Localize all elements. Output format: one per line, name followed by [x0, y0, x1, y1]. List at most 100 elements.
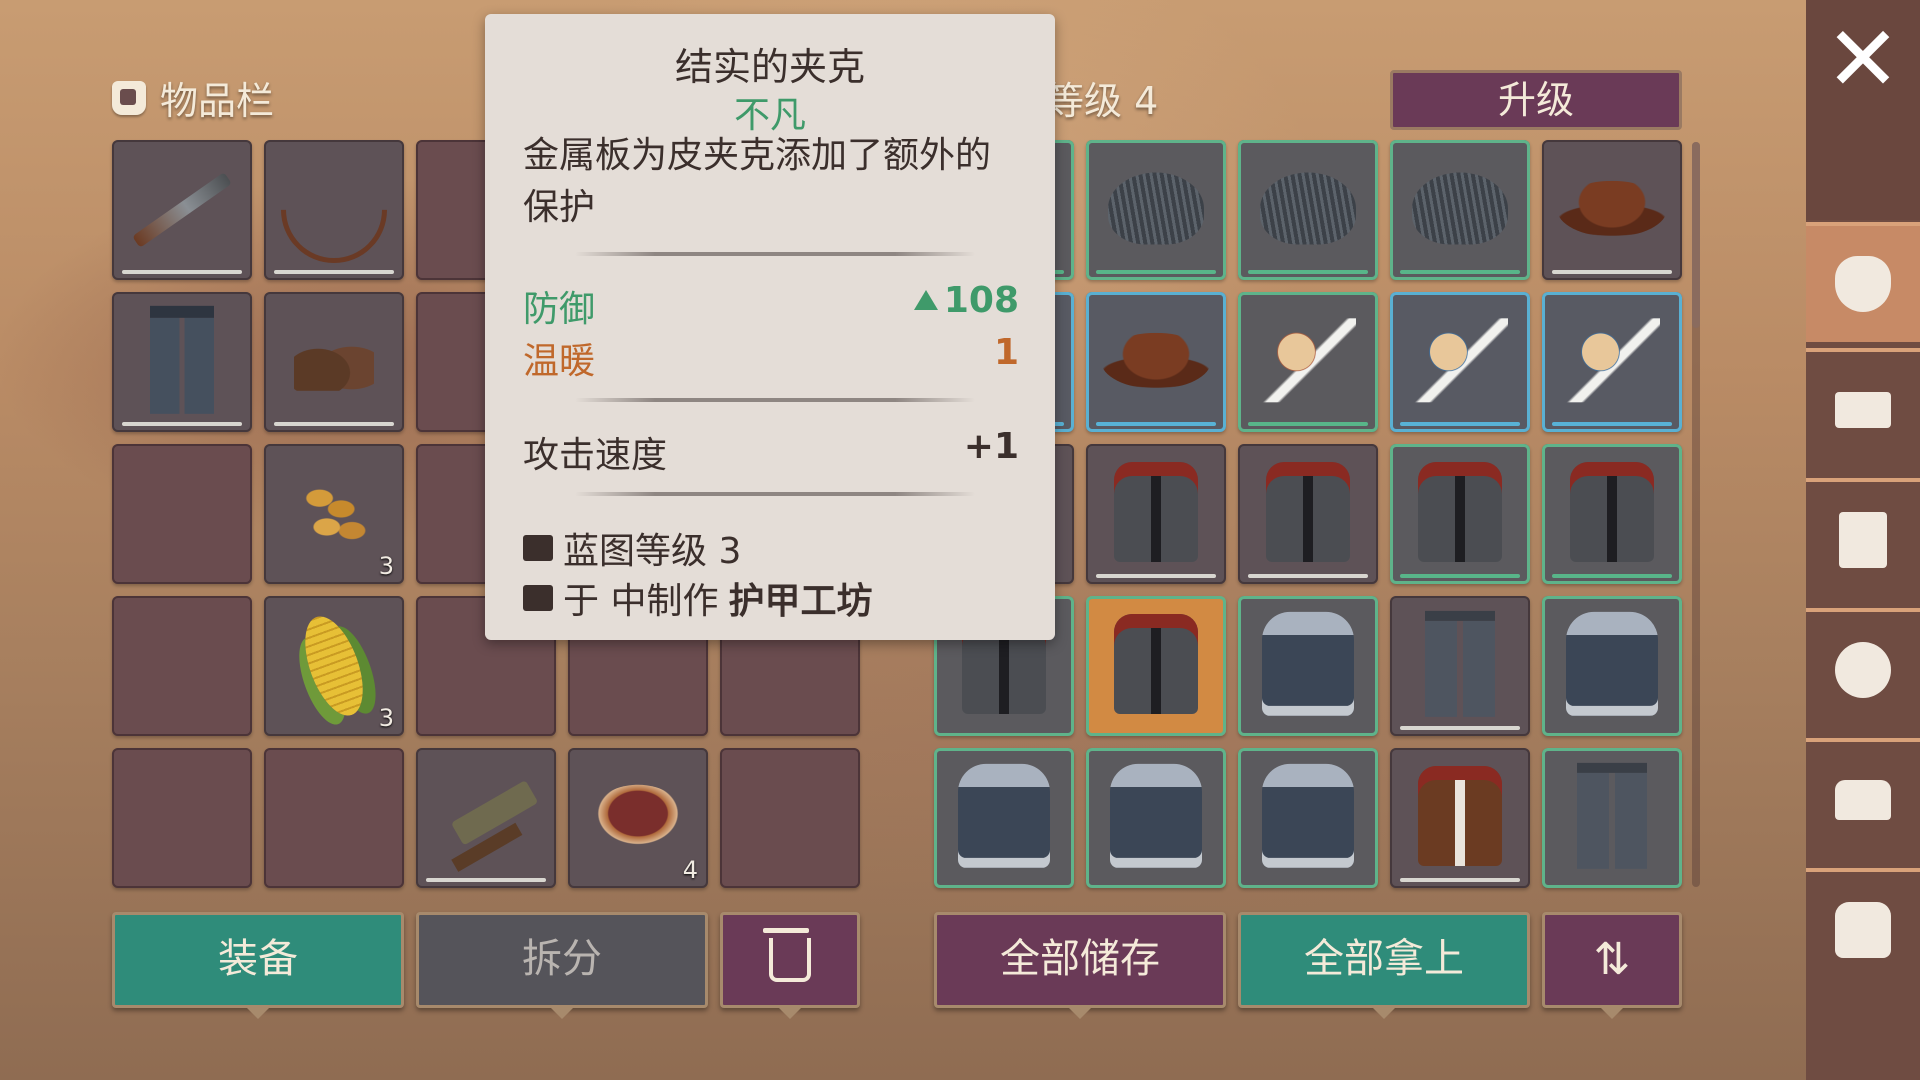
scroll-thumb[interactable]: [1692, 142, 1700, 328]
jacket-icon: [1114, 462, 1198, 562]
durability-bar: [1400, 726, 1520, 730]
divider: [575, 398, 975, 402]
durability-bar: [274, 422, 394, 426]
durability-bar: [426, 878, 546, 882]
store-all-button[interactable]: 全部储存: [934, 912, 1226, 1008]
stat-value-wrap: 108: [913, 280, 1019, 332]
storage-slot[interactable]: [1238, 140, 1378, 280]
storage-slot[interactable]: [1086, 748, 1226, 888]
take-all-button[interactable]: 全部拿上: [1238, 912, 1530, 1008]
trash-icon: [763, 928, 811, 982]
item-quantity: 3: [378, 552, 394, 580]
stat-warmth: 温暖 1: [523, 332, 1019, 384]
storage-level: 等级 4: [1046, 79, 1159, 123]
inventory-slot[interactable]: 4: [568, 748, 708, 888]
up-arrow-icon: [913, 290, 938, 310]
boots-icon: [294, 330, 374, 391]
storage-slot[interactable]: [1086, 292, 1226, 432]
inventory-slot[interactable]: [264, 292, 404, 432]
craft-line: 于 中制作 护甲工坊: [523, 572, 872, 624]
trash-button[interactable]: [720, 912, 860, 1008]
tab-workbench[interactable]: [1806, 348, 1920, 468]
storage-slot[interactable]: [1238, 292, 1378, 432]
storage-slot[interactable]: [1542, 596, 1682, 736]
storage-slot[interactable]: [1542, 292, 1682, 432]
durability-bar: [1552, 422, 1672, 426]
fur-coat-icon: [1262, 763, 1354, 868]
storage-slot[interactable]: [1086, 444, 1226, 584]
stat-value: +1: [963, 426, 1019, 467]
durability-bar: [1096, 574, 1216, 578]
item-tooltip: 结实的夹克 不凡 金属板为皮夹克添加了额外的保护 防御 108 温暖 1 攻击速…: [485, 14, 1055, 640]
durability-bar: [1248, 574, 1368, 578]
inventory-slot[interactable]: [259, 135, 409, 285]
divider: [575, 492, 975, 496]
storage-slot[interactable]: [934, 748, 1074, 888]
storage-slot[interactable]: [1238, 596, 1378, 736]
inventory-title-text: 物品栏: [160, 79, 275, 123]
storage-slot-selected[interactable]: [1086, 596, 1226, 736]
sort-button[interactable]: ⇅: [1542, 912, 1682, 1008]
tab-money[interactable]: [1806, 608, 1920, 728]
fur-coat-icon: [1110, 763, 1202, 868]
storage-slot[interactable]: [1086, 140, 1226, 280]
storage-slot[interactable]: [1390, 596, 1530, 736]
split-button[interactable]: 拆分: [416, 912, 708, 1008]
storage-slot[interactable]: [1542, 444, 1682, 584]
item-quantity: 4: [682, 856, 698, 884]
cowboy-hat-icon: [1557, 180, 1667, 237]
storage-slot[interactable]: [1238, 444, 1378, 584]
craft-prefix: 于 中制作: [563, 581, 719, 622]
storage-scrollbar[interactable]: [1692, 142, 1700, 887]
durability-bar: [122, 270, 242, 274]
war-paint-icon: [1412, 318, 1508, 403]
inventory-slot[interactable]: [112, 748, 252, 888]
storage-slot[interactable]: [1390, 444, 1530, 584]
tab-sack[interactable]: [1806, 222, 1920, 342]
inventory-slot[interactable]: [112, 140, 252, 280]
storage-slot[interactable]: [1390, 292, 1530, 432]
cowboy-hat-icon: [1101, 332, 1211, 389]
inventory-slot[interactable]: 3: [264, 444, 404, 584]
inventory-slot[interactable]: 3: [264, 596, 404, 736]
close-button[interactable]: ✕: [1806, 0, 1920, 220]
durability-bar: [122, 422, 242, 426]
stat-label: 温暖: [523, 341, 596, 382]
durability-bar: [1400, 270, 1520, 274]
meat-icon: [592, 784, 684, 849]
fur-hat-icon: [1108, 172, 1204, 245]
storage-slot[interactable]: [1542, 140, 1682, 280]
tab-anvil[interactable]: [1806, 738, 1920, 858]
anvil-icon: [1835, 780, 1891, 820]
durability-bar: [1248, 422, 1368, 426]
storage-slot[interactable]: [1390, 140, 1530, 280]
war-paint-icon: [1260, 318, 1356, 403]
item-quantity: 3: [378, 704, 394, 732]
inventory-slot[interactable]: [112, 596, 252, 736]
inventory-slot[interactable]: [416, 748, 556, 888]
inventory-slot[interactable]: [720, 748, 860, 888]
storage-slot[interactable]: [1238, 748, 1378, 888]
tab-quests[interactable]: [1806, 478, 1920, 598]
item-description: 金属板为皮夹克添加了额外的保护: [523, 135, 992, 228]
corn-icon: [293, 608, 375, 724]
stat-value: 1: [993, 332, 1019, 373]
storage-slot[interactable]: [1542, 748, 1682, 888]
inventory-slot[interactable]: [264, 748, 404, 888]
seeds-icon: [298, 476, 370, 549]
equip-button[interactable]: 装备: [112, 912, 404, 1008]
inventory-slot[interactable]: [112, 444, 252, 584]
money-icon: [1835, 642, 1891, 698]
bow-icon: [259, 135, 409, 285]
inventory-slot[interactable]: [112, 292, 252, 432]
divider: [575, 252, 975, 256]
quest-icon: [1839, 512, 1887, 568]
jacket-icon: [1266, 462, 1350, 562]
durability-bar: [1400, 422, 1520, 426]
tab-backpack[interactable]: [1806, 868, 1920, 988]
stat-attack-speed: 攻击速度 +1: [523, 426, 1019, 478]
rifle-icon: [132, 172, 232, 248]
storage-slot[interactable]: [1390, 748, 1530, 888]
sort-icon: ⇅: [1593, 934, 1631, 985]
upgrade-button[interactable]: 升级: [1390, 70, 1682, 130]
